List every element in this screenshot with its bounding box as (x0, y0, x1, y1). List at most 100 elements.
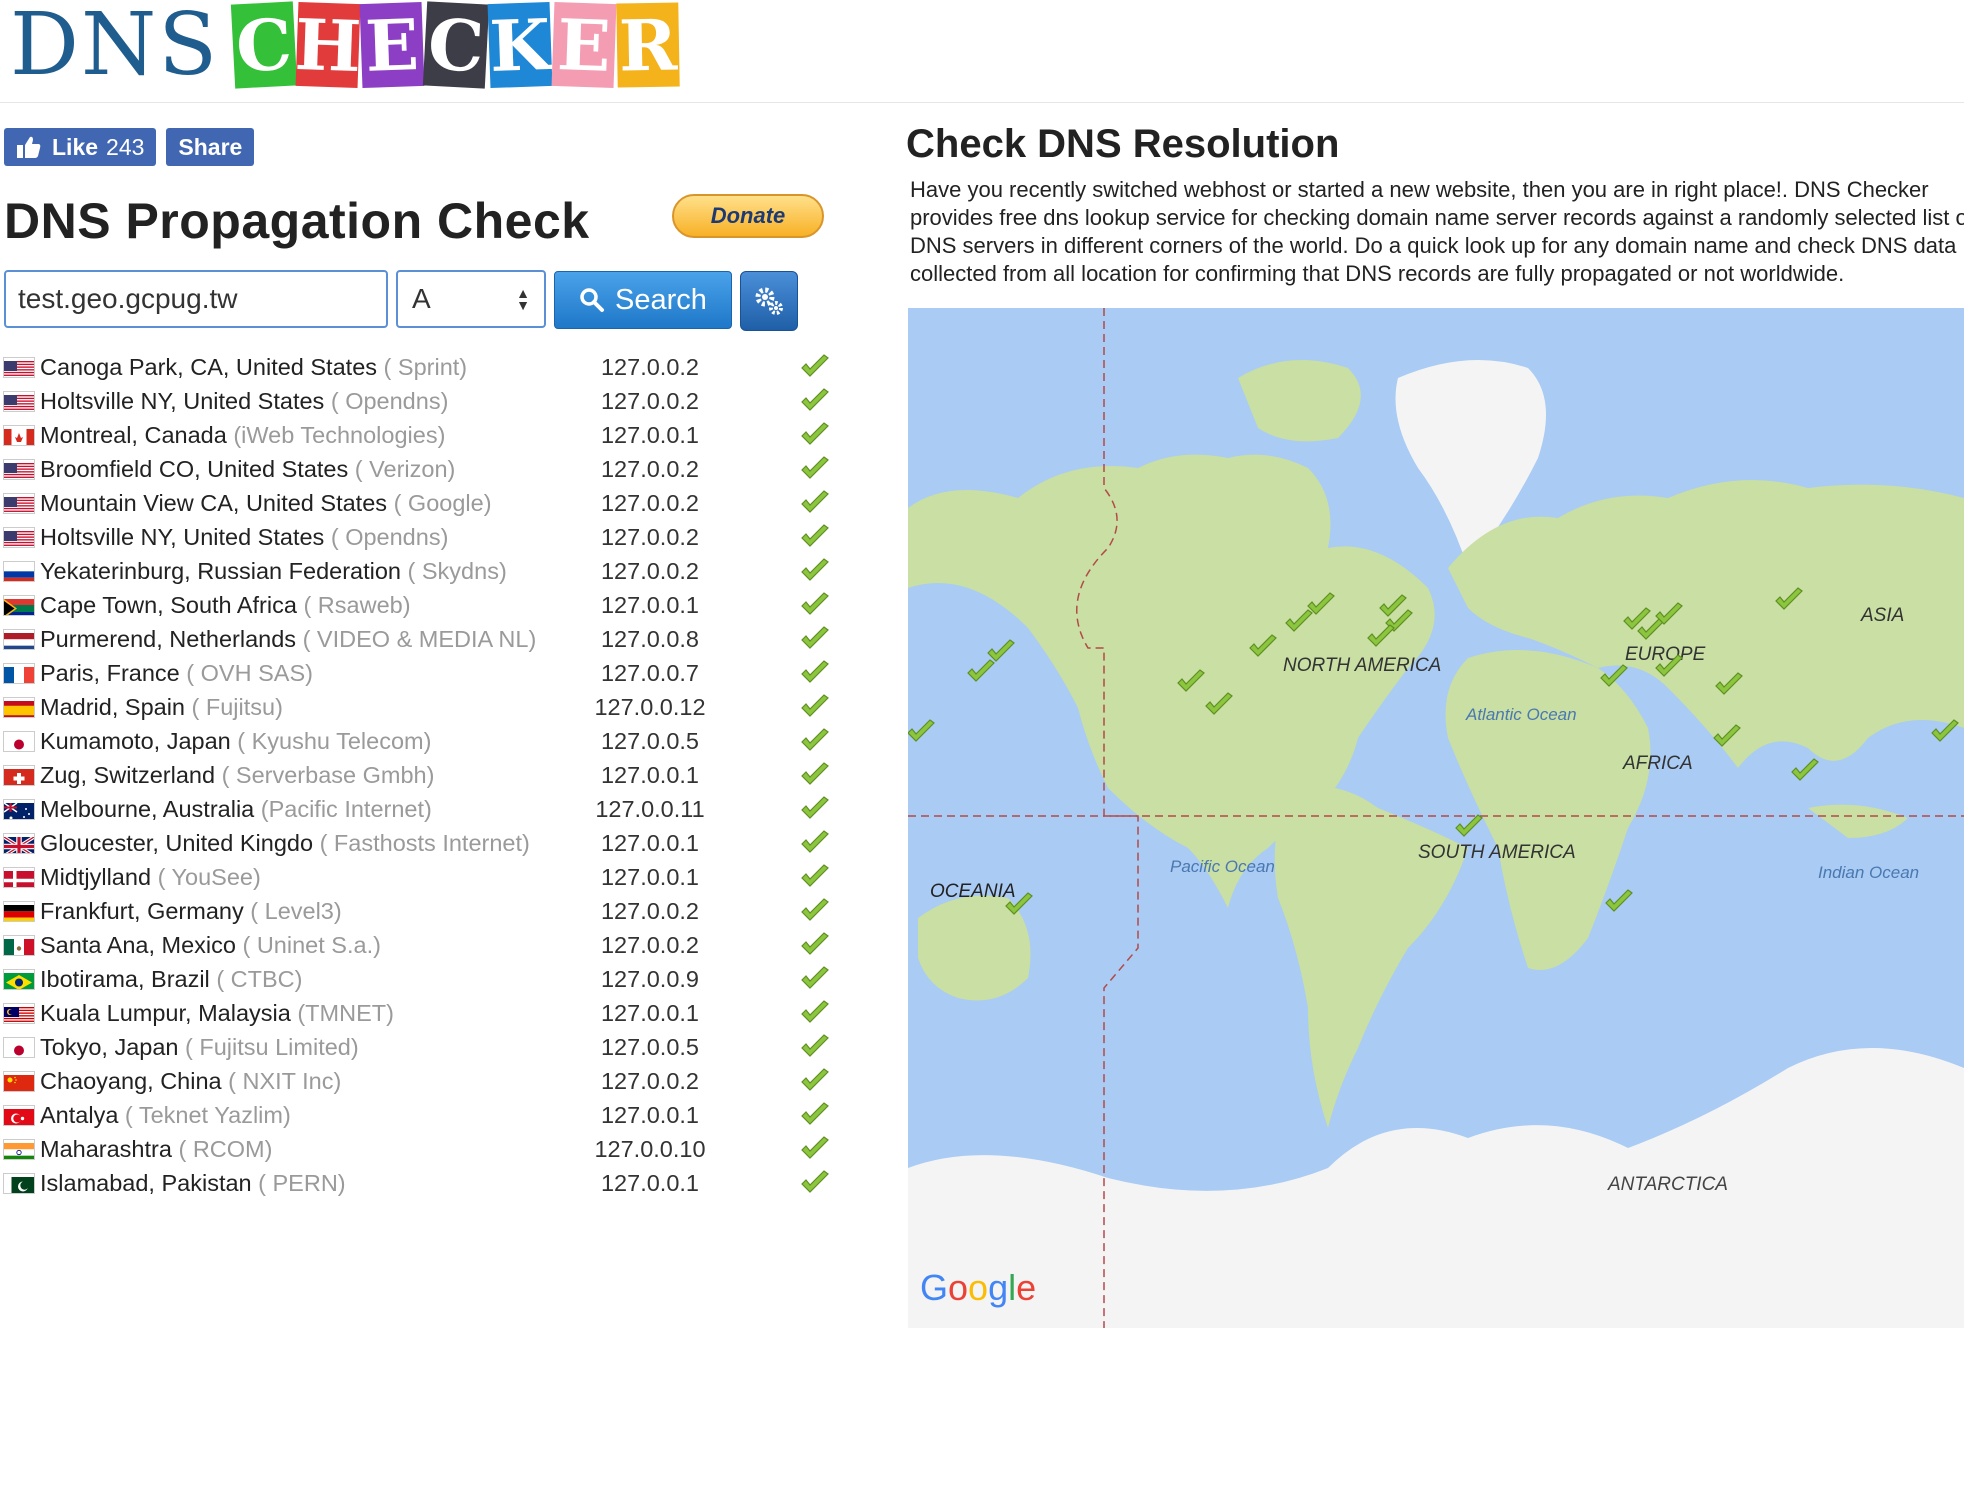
map-label-atlantic: Atlantic Ocean (1465, 705, 1577, 724)
world-map[interactable]: NORTH AMERICA EUROPE ASIA AFRICA SOUTH A… (908, 308, 1964, 1328)
check-icon (800, 388, 830, 414)
record-type-value: A (412, 283, 431, 314)
site-logo[interactable]: DNS CHECKER (10, 0, 681, 90)
check-icon (800, 728, 830, 754)
logo-dns-text: DNS (10, 0, 220, 95)
result-row: Cape Town, South Africa ( Rsaweb) 127.0.0… (4, 588, 834, 622)
result-isp: ( Sprint) (383, 354, 468, 380)
google-logo: Google (920, 1267, 1036, 1308)
check-icon (800, 524, 830, 550)
flag-br-icon (4, 970, 34, 989)
result-row: Gloucester, United Kingdo ( Fasthosts In… (4, 826, 834, 860)
result-ip: 127.0.0.12 (594, 693, 706, 720)
result-row: Canoga Park, CA, United States ( Sprint)… (4, 350, 834, 384)
result-ip: 127.0.0.2 (600, 557, 699, 584)
result-city: Islamabad, Pakistan (40, 1170, 252, 1196)
map-marker-check-icon[interactable] (908, 719, 935, 742)
facebook-like-button[interactable]: Like 243 (4, 128, 157, 166)
flag-us-icon (4, 460, 34, 479)
result-city: Canoga Park, CA, United States (40, 354, 378, 380)
map-marker-check-icon[interactable] (1605, 889, 1633, 912)
domain-search-input[interactable] (4, 270, 388, 328)
result-city: Antalya (40, 1102, 119, 1128)
result-ip: 127.0.0.1 (600, 591, 699, 618)
result-location: Canoga Park, CA, United States ( Sprint) (4, 350, 574, 384)
map-marker-check-icon[interactable] (1455, 814, 1483, 837)
map-landmass-africa (1445, 650, 1651, 970)
facebook-share-button[interactable]: Share (166, 128, 255, 166)
result-isp: ( Teknet Yazlim) (124, 1102, 291, 1128)
flag-jp-icon (4, 732, 34, 751)
result-isp: ( NXIT Inc) (228, 1068, 342, 1094)
result-row: Broomfield CO, United States ( Verizon) 1… (4, 452, 834, 486)
record-type-select[interactable]: A ▲ ▼ (396, 270, 546, 328)
result-location: Broomfield CO, United States ( Verizon) (4, 452, 574, 486)
result-row: Mountain View CA, United States ( Google… (4, 486, 834, 520)
result-ip: 127.0.0.1 (600, 1101, 699, 1128)
map-marker-check-icon[interactable] (967, 659, 995, 682)
map-label-europe: EUROPE (1625, 644, 1706, 665)
result-ip: 127.0.0.2 (600, 523, 699, 550)
check-icon (800, 626, 830, 652)
result-isp: ( Uninet S.a.) (242, 932, 381, 958)
map-landmass-arctic (1238, 360, 1361, 442)
result-location: Kuala Lumpur, Malaysia (TMNET) (4, 996, 574, 1030)
result-city: Holtsville NY, United States (40, 388, 325, 414)
search-icon (580, 288, 605, 312)
result-row: Tokyo, Japan ( Fujitsu Limited) 127.0.0.5 (4, 1030, 834, 1064)
result-location: Cape Town, South Africa ( Rsaweb) (4, 588, 574, 622)
result-ip: 127.0.0.2 (600, 931, 699, 958)
flag-cn-icon (4, 1072, 34, 1091)
flag-au-icon (4, 800, 34, 819)
result-isp: ( VIDEO & MEDIA NL) (302, 626, 537, 652)
result-city: Ibotirama, Brazil (40, 966, 210, 992)
logo-tile: R (616, 2, 680, 88)
check-icon (800, 1170, 830, 1196)
result-isp: ( Serverbase Gmbh) (221, 762, 435, 788)
result-location: Yekaterinburg, Russian Federation ( Skyd… (4, 554, 574, 588)
gears-icon (755, 287, 783, 315)
result-location: Holtsville NY, United States ( Opendns) (4, 384, 574, 418)
flag-nl-icon (4, 630, 34, 649)
flag-tr-icon (4, 1106, 34, 1125)
map-label-north-america: NORTH AMERICA (1283, 655, 1441, 676)
check-icon (800, 660, 830, 686)
result-location: Midtjylland ( YouSee) (4, 860, 574, 894)
result-location: Melbourne, Australia (Pacific Internet) (4, 792, 574, 826)
check-icon (800, 1068, 830, 1094)
donate-button[interactable]: Donate (672, 194, 824, 238)
select-arrows-icon: ▲ ▼ (516, 285, 530, 313)
map-marker-check-icon[interactable] (1791, 758, 1819, 781)
flag-es-icon (4, 698, 34, 717)
flag-dk-icon (4, 868, 34, 887)
check-icon (800, 1000, 830, 1026)
result-city: Montreal, Canada (40, 422, 227, 448)
result-location: Montreal, Canada (iWeb Technologies) (4, 418, 574, 452)
map-landmass-south-america (1274, 785, 1468, 1128)
result-city: Melbourne, Australia (40, 796, 255, 822)
flag-de-icon (4, 902, 34, 921)
search-button[interactable]: Search (554, 271, 732, 329)
map-label-antarctica: ANTARCTICA (1607, 1174, 1728, 1195)
world-map-svg: NORTH AMERICA EUROPE ASIA AFRICA SOUTH A… (908, 308, 1964, 1328)
result-ip: 127.0.0.2 (600, 353, 699, 380)
result-isp: ( PERN) (258, 1170, 346, 1196)
result-isp: ( CTBC) (216, 966, 303, 992)
result-location: Holtsville NY, United States ( Opendns) (4, 520, 574, 554)
result-location: Kumamoto, Japan ( Kyushu Telecom) (4, 724, 574, 758)
result-city: Yekaterinburg, Russian Federation (40, 558, 401, 584)
result-row: Antalya ( Teknet Yazlim) 127.0.0.1 (4, 1098, 834, 1132)
check-icon (800, 762, 830, 788)
settings-button[interactable] (740, 271, 798, 331)
map-marker-check-icon[interactable] (987, 639, 1015, 662)
flag-my-icon (4, 1004, 34, 1023)
result-ip: 127.0.0.2 (600, 455, 699, 482)
map-marker-check-icon[interactable] (1931, 719, 1959, 742)
result-city: Cape Town, South Africa (40, 592, 297, 618)
result-row: Holtsville NY, United States ( Opendns) 1… (4, 384, 834, 418)
result-city: Kumamoto, Japan (40, 728, 231, 754)
result-row: Santa Ana, Mexico ( Uninet S.a.) 127.0.0.… (4, 928, 834, 962)
result-row: Paris, France ( OVH SAS) 127.0.0.7 (4, 656, 834, 690)
flag-ca-icon (4, 426, 34, 445)
result-city: Midtjylland (40, 864, 152, 890)
